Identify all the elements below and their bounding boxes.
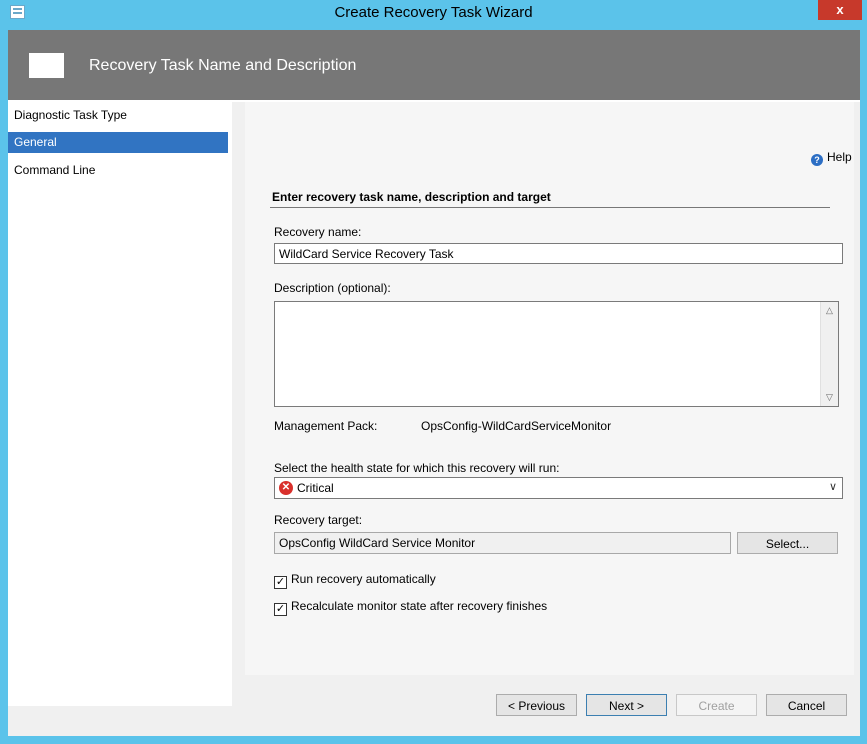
recalculate-row[interactable]: ✓ Recalculate monitor state after recover… bbox=[274, 599, 547, 616]
window-title: Create Recovery Task Wizard bbox=[334, 4, 533, 21]
recovery-name-label: Recovery name: bbox=[274, 225, 362, 239]
title-bar[interactable]: Create Recovery Task Wizard x bbox=[0, 0, 867, 27]
close-button[interactable]: x bbox=[818, 0, 862, 20]
nav-item-command-line[interactable]: Command Line bbox=[8, 160, 228, 181]
content-panel: ? Help Enter recovery task name, descript… bbox=[232, 102, 860, 706]
next-button[interactable]: Next > bbox=[586, 694, 667, 716]
help-icon: ? bbox=[811, 154, 823, 166]
management-pack-label: Management Pack: bbox=[274, 419, 378, 433]
wizard-client-area: Recovery Task Name and Description Diagn… bbox=[8, 30, 860, 736]
create-button[interactable]: Create bbox=[676, 694, 757, 716]
run-automatically-row[interactable]: ✓ Run recovery automatically bbox=[274, 572, 436, 589]
health-state-label: Select the health state for which this r… bbox=[274, 461, 560, 475]
recovery-target-field: OpsConfig WildCard Service Monitor bbox=[274, 532, 731, 554]
recalculate-checkbox[interactable]: ✓ bbox=[274, 603, 287, 616]
wizard-footer: < Previous Next > Create Cancel bbox=[8, 694, 860, 736]
banner-image bbox=[29, 53, 64, 78]
critical-icon: ✕ bbox=[279, 481, 293, 495]
recalculate-label: Recalculate monitor state after recovery… bbox=[291, 599, 548, 613]
page-title: Recovery Task Name and Description bbox=[89, 57, 357, 74]
health-state-value: Critical bbox=[297, 481, 334, 495]
health-state-dropdown[interactable]: ✕ Critical ∨ bbox=[274, 477, 843, 499]
wizard-nav: Diagnostic Task Type General Command Lin… bbox=[8, 102, 232, 706]
nav-item-general[interactable]: General bbox=[8, 132, 228, 153]
select-target-button[interactable]: Select... bbox=[737, 532, 838, 554]
recovery-name-input[interactable]: WildCard Service Recovery Task bbox=[274, 243, 843, 264]
heading-divider bbox=[270, 207, 830, 208]
description-textarea[interactable]: △ ▽ bbox=[274, 301, 839, 407]
description-scrollbar[interactable]: △ ▽ bbox=[820, 302, 838, 406]
cancel-button[interactable]: Cancel bbox=[766, 694, 847, 716]
run-automatically-checkbox[interactable]: ✓ bbox=[274, 576, 287, 589]
management-pack-value: OpsConfig-WildCardServiceMonitor bbox=[421, 419, 612, 433]
scroll-down-icon[interactable]: ▽ bbox=[821, 389, 838, 406]
previous-button[interactable]: < Previous bbox=[496, 694, 577, 716]
chevron-down-icon: ∨ bbox=[828, 481, 837, 493]
section-heading: Enter recovery task name, description an… bbox=[272, 190, 551, 204]
help-link[interactable]: ? Help bbox=[811, 150, 852, 166]
help-label: Help bbox=[827, 150, 852, 164]
page-banner: Recovery Task Name and Description bbox=[8, 30, 860, 100]
wizard-window: Create Recovery Task Wizard x Recovery T… bbox=[0, 0, 867, 744]
nav-item-diagnostic-task-type[interactable]: Diagnostic Task Type bbox=[8, 105, 228, 126]
recovery-target-label: Recovery target: bbox=[274, 513, 363, 527]
content-inner: ? Help Enter recovery task name, descript… bbox=[245, 102, 854, 675]
run-automatically-label: Run recovery automatically bbox=[291, 572, 436, 586]
scroll-up-icon[interactable]: △ bbox=[821, 302, 838, 319]
description-label: Description (optional): bbox=[274, 281, 391, 295]
